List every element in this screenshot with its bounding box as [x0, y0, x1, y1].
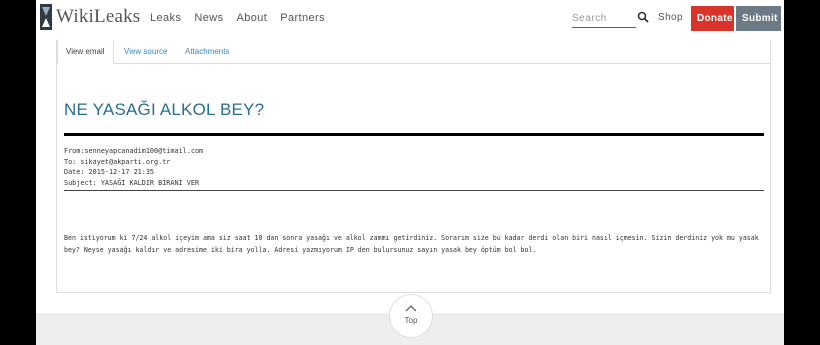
- nav-about[interactable]: About: [236, 12, 267, 24]
- shop-link[interactable]: Shop: [658, 12, 683, 23]
- email-to: To: sikayet@akparti.org.tr: [64, 157, 171, 166]
- email-tabs: View email View source Attachments: [57, 40, 770, 64]
- chevron-up-icon: [405, 305, 417, 312]
- wikileaks-logo[interactable]: WikiLeaks: [40, 4, 140, 30]
- page: WikiLeaks Leaks News About Partners Shop…: [36, 0, 784, 345]
- email-body: Ben istiyorum ki 7/24 alkol içeyim ama s…: [64, 234, 759, 254]
- hourglass-logo-icon: [40, 4, 52, 30]
- email-title: NE YASAĞI ALKOL BEY?: [64, 100, 265, 119]
- nav-partners[interactable]: Partners: [280, 12, 325, 24]
- nav-news[interactable]: News: [194, 12, 223, 24]
- email-panel: View email View source Attachments NE YA…: [56, 40, 771, 293]
- search-input[interactable]: [572, 9, 636, 28]
- top-label: Top: [404, 316, 418, 325]
- donate-button[interactable]: Donate: [691, 6, 734, 31]
- headers-divider: [64, 190, 764, 191]
- email-subject: Subject: YASAĞI KALDIR BİRANI VER: [64, 178, 200, 187]
- nav-leaks[interactable]: Leaks: [150, 12, 181, 24]
- title-divider: [64, 133, 764, 136]
- search-icon[interactable]: [637, 11, 649, 23]
- submit-button[interactable]: Submit: [736, 6, 781, 31]
- email-date: Date: 2015-12-17 21:35: [64, 168, 155, 176]
- tab-view-source[interactable]: View source: [116, 40, 175, 63]
- logo-text: WikiLeaks: [56, 6, 141, 27]
- back-to-top-button[interactable]: Top: [389, 294, 433, 338]
- email-headers: From:senneyapcanadim100@timail.com To: s…: [64, 146, 203, 188]
- email-from: From:senneyapcanadim100@timail.com: [64, 147, 204, 155]
- tab-view-email[interactable]: View email: [57, 40, 114, 64]
- tab-attachments[interactable]: Attachments: [177, 40, 237, 63]
- main-nav: Leaks News About Partners: [150, 12, 338, 24]
